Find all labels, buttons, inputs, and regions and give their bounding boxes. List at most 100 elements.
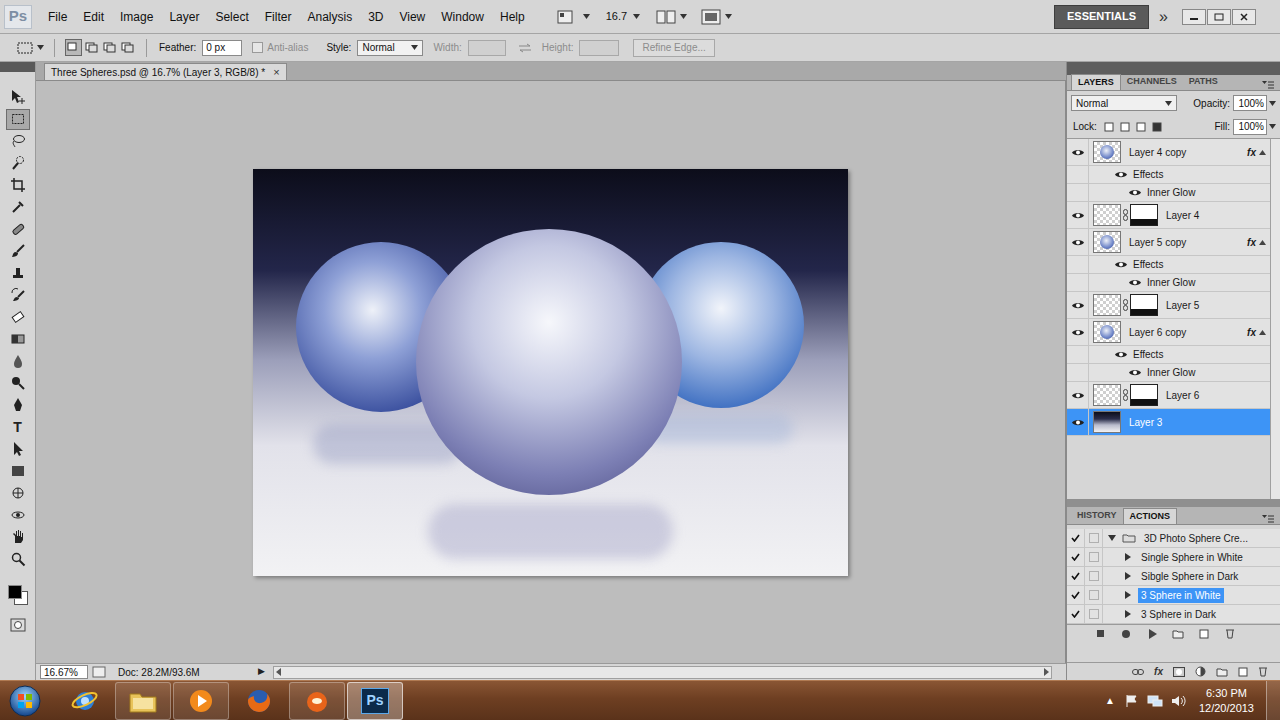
volume-icon[interactable] — [1171, 694, 1187, 708]
selection-mode-1-icon[interactable] — [65, 39, 82, 56]
visibility-eye-icon[interactable] — [1113, 169, 1129, 181]
layer-thumbnail[interactable] — [1093, 231, 1121, 253]
expand-triangle-icon[interactable] — [1107, 535, 1117, 541]
shape-tool[interactable] — [6, 461, 30, 482]
action-row[interactable]: Single Sphere in White — [1067, 548, 1280, 567]
layer-effect-row[interactable]: Inner Glow — [1067, 364, 1270, 382]
dodge-tool[interactable] — [6, 373, 30, 394]
mask-link-icon[interactable] — [1123, 209, 1128, 221]
layer-mask-thumbnail[interactable] — [1130, 384, 1158, 406]
width-input[interactable] — [468, 40, 506, 56]
minimize-icon[interactable] — [1182, 9, 1206, 25]
dialog-toggle[interactable] — [1085, 586, 1103, 604]
panel-tab[interactable]: CHANNELS — [1121, 74, 1183, 90]
status-menu-arrow[interactable]: ▶ — [258, 665, 265, 679]
quick-mask-icon[interactable] — [0, 618, 35, 632]
action-row[interactable]: 3 Sphere in White — [1067, 586, 1280, 605]
action-toggle-checkbox[interactable] — [1067, 548, 1085, 566]
action-name[interactable]: 3 Sphere in White — [1138, 588, 1224, 603]
layer-name[interactable]: Layer 6 — [1166, 388, 1199, 403]
lock-position-icon[interactable] — [1135, 121, 1147, 133]
start-button[interactable] — [0, 683, 50, 719]
height-input[interactable] — [579, 40, 619, 56]
taskbar-button[interactable]: Ps — [347, 682, 403, 720]
panel-tab[interactable]: HISTORY — [1071, 508, 1123, 524]
screen-mode-button[interactable] — [701, 9, 732, 25]
more-workspaces[interactable]: » — [1159, 5, 1168, 29]
adjustment-layer-icon[interactable] — [1195, 666, 1206, 677]
layer-effect-row[interactable]: Effects — [1067, 256, 1270, 274]
history-brush-tool[interactable] — [6, 285, 30, 306]
panel-tab[interactable]: ACTIONS — [1123, 508, 1178, 524]
taskbar-button[interactable] — [231, 682, 287, 720]
layer-mask-thumbnail[interactable] — [1130, 294, 1158, 316]
document-image[interactable] — [253, 169, 848, 576]
menu-item[interactable]: Image — [112, 0, 161, 34]
fill-slider-icon[interactable] — [1269, 124, 1276, 129]
layer-row[interactable]: Layer 4 copyfx — [1067, 139, 1270, 166]
quick-select-tool[interactable] — [6, 153, 30, 174]
clock[interactable]: 6:30 PM12/20/2013 — [1199, 686, 1254, 716]
status-info-icon[interactable] — [92, 666, 106, 678]
menu-item[interactable]: Window — [433, 0, 492, 34]
tool-preset-picker[interactable] — [16, 41, 44, 55]
close-icon[interactable] — [1232, 9, 1256, 25]
expand-triangle-icon[interactable] — [1123, 610, 1133, 618]
lock-pixels-icon[interactable] — [1119, 121, 1131, 133]
healing-tool[interactable] — [6, 219, 30, 240]
layer-thumbnail[interactable] — [1093, 141, 1121, 163]
eyedropper-tool[interactable] — [6, 197, 30, 218]
lock-transparency-icon[interactable] — [1103, 121, 1115, 133]
layer-name[interactable]: Layer 4 copy — [1129, 145, 1186, 160]
blur-tool[interactable] — [6, 351, 30, 372]
lasso-tool[interactable] — [6, 131, 30, 152]
visibility-eye-icon[interactable] — [1113, 349, 1129, 361]
restore-icon[interactable] — [1207, 9, 1231, 25]
visibility-eye-icon[interactable] — [1070, 299, 1086, 311]
layer-name[interactable]: Layer 5 — [1166, 298, 1199, 313]
menu-item[interactable]: Help — [492, 0, 533, 34]
action-name[interactable]: 3D Photo Sphere Cre... — [1141, 531, 1251, 546]
selection-mode-3-icon[interactable] — [101, 39, 118, 56]
dialog-toggle[interactable] — [1085, 548, 1103, 566]
action-name[interactable]: Single Sphere in White — [1138, 550, 1246, 565]
panel-tab[interactable]: PATHS — [1183, 74, 1224, 90]
expand-triangle-icon[interactable] — [1123, 553, 1133, 561]
anti-alias-checkbox[interactable]: Anti-alias — [252, 40, 308, 55]
dialog-toggle[interactable] — [1085, 567, 1103, 585]
taskbar-button[interactable] — [289, 682, 345, 720]
style-dropdown[interactable]: Normal — [357, 40, 423, 56]
panel-menu-icon[interactable] — [1262, 515, 1274, 524]
lock-all-icon[interactable] — [1151, 121, 1163, 133]
action-name[interactable]: Sibgle Sphere in Dark — [1138, 569, 1241, 584]
3d-rotate-tool[interactable] — [6, 483, 30, 504]
action-center-flag-icon[interactable] — [1125, 694, 1139, 708]
canvas-area[interactable] — [36, 81, 1066, 663]
selection-mode-2-icon[interactable] — [83, 39, 100, 56]
menu-item[interactable]: View — [391, 0, 433, 34]
new-group-icon[interactable] — [1216, 667, 1228, 677]
layer-name[interactable]: Layer 6 copy — [1129, 325, 1186, 340]
action-toggle-checkbox[interactable] — [1067, 605, 1085, 623]
play-icon[interactable] — [1143, 629, 1161, 639]
swap-dimensions-icon[interactable] — [518, 43, 532, 53]
layer-effect-row[interactable]: Effects — [1067, 166, 1270, 184]
layer-thumbnail[interactable] — [1093, 204, 1121, 226]
layer-thumbnail[interactable] — [1093, 411, 1121, 433]
layer-name[interactable]: Layer 4 — [1166, 208, 1199, 223]
new-action-icon[interactable] — [1195, 629, 1213, 639]
stop-icon[interactable] — [1091, 629, 1109, 638]
action-row[interactable]: 3D Photo Sphere Cre... — [1067, 529, 1280, 548]
layer-thumbnail[interactable] — [1093, 294, 1121, 316]
eraser-tool[interactable] — [6, 307, 30, 328]
visibility-eye-icon[interactable] — [1070, 389, 1086, 401]
show-hidden-icons[interactable]: ▲ — [1105, 693, 1115, 708]
layers-scrollbar[interactable] — [1270, 139, 1280, 499]
screen-layout-button[interactable] — [557, 9, 590, 25]
fill-input[interactable]: 100% — [1233, 119, 1267, 135]
taskbar-button[interactable] — [173, 682, 229, 720]
layer-thumbnail[interactable] — [1093, 321, 1121, 343]
panel-tab[interactable]: LAYERS — [1071, 74, 1121, 90]
action-name[interactable]: 3 Sphere in Dark — [1138, 607, 1219, 622]
layer-row[interactable]: Layer 6 — [1067, 382, 1270, 409]
